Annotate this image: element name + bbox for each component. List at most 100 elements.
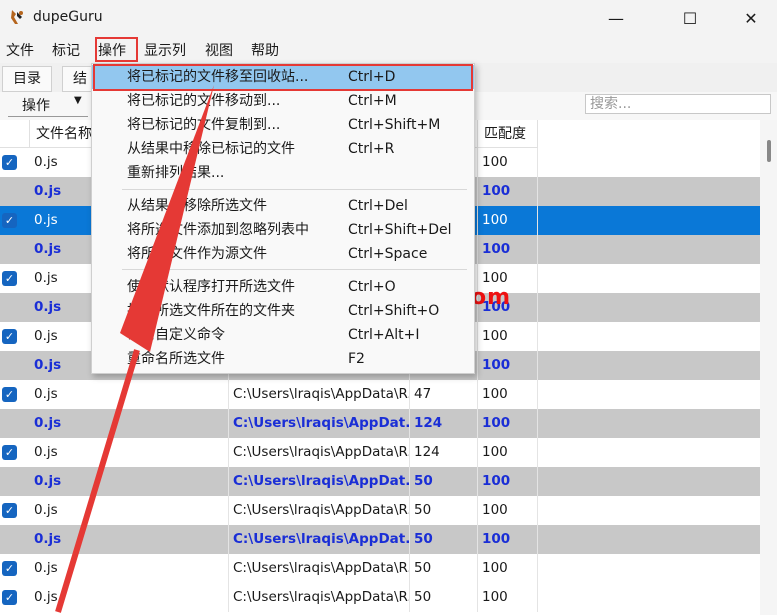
search-input[interactable]: 搜索... bbox=[585, 94, 771, 114]
actions-dropdown-button[interactable]: 操作 ▼ bbox=[8, 94, 88, 117]
menu-mark[interactable]: 标记 bbox=[52, 40, 80, 60]
cell-filename: 0.js bbox=[30, 409, 229, 438]
menu-item[interactable]: 调用自定义命令 Ctrl+Alt+I bbox=[92, 323, 474, 347]
menu-item-label: 打开所选文件所在的文件夹 bbox=[127, 303, 295, 319]
menu-item-label: 将所选文件添加到忽略列表中 bbox=[127, 222, 309, 238]
menu-item[interactable]: 将已标记的文件复制到... Ctrl+Shift+M bbox=[92, 113, 474, 137]
cell-folder: C:\Users\lraqis\AppData\R... bbox=[229, 438, 410, 467]
menu-item-shortcut: Ctrl+Shift+Del bbox=[348, 222, 452, 238]
table-row[interactable]: 0.js C:\Users\lraqis\AppDat... 50 100 bbox=[0, 525, 760, 554]
menu-item[interactable]: 重命名所选文件 F2 bbox=[92, 347, 474, 371]
cell-folder: C:\Users\lraqis\AppData\R... bbox=[229, 554, 410, 583]
close-button[interactable]: ✕ bbox=[728, 0, 774, 36]
menu-item[interactable]: 将已标记的文件移动到... Ctrl+M bbox=[92, 89, 474, 113]
vertical-scrollbar[interactable] bbox=[760, 120, 777, 615]
menu-help[interactable]: 帮助 bbox=[251, 40, 279, 60]
actions-menu: 将已标记的文件移至回收站... Ctrl+D 将已标记的文件移动到... Ctrl+M… bbox=[91, 63, 475, 374]
checkbox-checked-icon[interactable]: ✓ bbox=[2, 387, 17, 402]
table-row[interactable]: ✓ 0.js C:\Users\lraqis\AppData\R... 124 100 bbox=[0, 438, 760, 467]
scrollbar-thumb[interactable] bbox=[767, 140, 771, 162]
table-row[interactable]: ✓ 0.js C:\Users\lraqis\AppData\R... 47 100 bbox=[0, 380, 760, 409]
cell-filename: 0.js bbox=[30, 438, 229, 467]
cell-match: 100 bbox=[478, 206, 538, 235]
tab-directories[interactable]: 目录 bbox=[2, 66, 52, 92]
menu-item[interactable]: 从结果中移除所选文件 Ctrl+Del bbox=[92, 194, 474, 218]
table-row[interactable]: ✓ 0.js C:\Users\lraqis\AppData\R... 50 100 bbox=[0, 583, 760, 612]
menu-item[interactable]: 从结果中移除已标记的文件 Ctrl+R bbox=[92, 137, 474, 161]
checkbox-checked-icon[interactable]: ✓ bbox=[2, 590, 17, 605]
checkbox-checked-icon[interactable]: ✓ bbox=[2, 503, 17, 518]
cell-filename: 0.js bbox=[30, 496, 229, 525]
cell-match: 100 bbox=[478, 380, 538, 409]
cell-filename: 0.js bbox=[30, 380, 229, 409]
menu-separator bbox=[122, 189, 467, 190]
chevron-down-icon: ▼ bbox=[74, 95, 82, 106]
cell-size: 50 bbox=[410, 496, 478, 525]
menu-view[interactable]: 视图 bbox=[205, 40, 233, 60]
actions-dropdown-label: 操作 bbox=[22, 98, 50, 114]
cell-match: 100 bbox=[478, 525, 538, 554]
menu-columns[interactable]: 显示列 bbox=[144, 40, 186, 60]
cell-size: 47 bbox=[410, 380, 478, 409]
column-header-check bbox=[0, 120, 30, 148]
menu-item-label: 将已标记的文件移动到... bbox=[127, 93, 281, 109]
checkbox-checked-icon[interactable]: ✓ bbox=[2, 329, 17, 344]
menu-item-shortcut: F2 bbox=[348, 351, 365, 367]
annotation-box-menu bbox=[95, 37, 138, 62]
menu-item-label: 从结果中移除已标记的文件 bbox=[127, 141, 295, 157]
cell-folder: C:\Users\lraqis\AppData\R... bbox=[229, 583, 410, 612]
menu-item-shortcut: Ctrl+R bbox=[348, 141, 395, 157]
table-row[interactable]: ✓ 0.js C:\Users\lraqis\AppData\R... 50 100 bbox=[0, 554, 760, 583]
menu-item-label: 将已标记的文件复制到... bbox=[127, 117, 281, 133]
table-row[interactable]: 0.js C:\Users\lraqis\AppDat... 50 100 bbox=[0, 467, 760, 496]
cell-size: 124 bbox=[410, 409, 478, 438]
checkbox-checked-icon[interactable]: ✓ bbox=[2, 445, 17, 460]
cell-match: 100 bbox=[478, 148, 538, 177]
checkbox-checked-icon[interactable]: ✓ bbox=[2, 271, 17, 286]
menu-item-shortcut: Ctrl+Shift+M bbox=[348, 117, 441, 133]
annotation-box-item bbox=[93, 64, 473, 91]
menu-item-shortcut: Ctrl+Alt+I bbox=[348, 327, 420, 343]
cell-folder: C:\Users\lraqis\AppDat... bbox=[229, 409, 410, 438]
checkbox-checked-icon[interactable]: ✓ bbox=[2, 213, 17, 228]
checkbox-checked-icon[interactable]: ✓ bbox=[2, 155, 17, 170]
cell-match: 100 bbox=[478, 438, 538, 467]
cell-size: 50 bbox=[410, 554, 478, 583]
cell-size: 124 bbox=[410, 438, 478, 467]
menu-item[interactable]: 打开所选文件所在的文件夹 Ctrl+Shift+O bbox=[92, 299, 474, 323]
cell-folder: C:\Users\lraqis\AppDat... bbox=[229, 525, 410, 554]
menu-item[interactable]: 将所选文件添加到忽略列表中 Ctrl+Shift+Del bbox=[92, 218, 474, 242]
menu-item-label: 从结果中移除所选文件 bbox=[127, 198, 267, 214]
menu-item-shortcut: Ctrl+Space bbox=[348, 246, 428, 262]
cell-match: 100 bbox=[478, 496, 538, 525]
cell-match: 100 bbox=[478, 322, 538, 351]
cell-match: 100 bbox=[478, 467, 538, 496]
menu-item-label: 将所选文件作为源文件 bbox=[127, 246, 267, 262]
cell-match: 100 bbox=[478, 235, 538, 264]
cell-match: 100 bbox=[478, 409, 538, 438]
cell-filename: 0.js bbox=[30, 525, 229, 554]
menu-item-shortcut: Ctrl+M bbox=[348, 93, 397, 109]
menu-item[interactable]: 重新排列结果... bbox=[92, 161, 474, 185]
cell-match: 100 bbox=[478, 583, 538, 612]
table-row[interactable]: ✓ 0.js C:\Users\lraqis\AppData\R... 50 100 bbox=[0, 496, 760, 525]
checkbox-checked-icon[interactable]: ✓ bbox=[2, 561, 17, 576]
menu-item[interactable]: 使用默认程序打开所选文件 Ctrl+O bbox=[92, 275, 474, 299]
cell-filename: 0.js bbox=[30, 583, 229, 612]
cell-folder: C:\Users\lraqis\AppDat... bbox=[229, 467, 410, 496]
cell-folder: C:\Users\lraqis\AppData\R... bbox=[229, 496, 410, 525]
maximize-button[interactable]: ☐ bbox=[667, 0, 713, 36]
cell-match: 100 bbox=[478, 351, 538, 380]
menu-item-shortcut: Ctrl+Shift+O bbox=[348, 303, 440, 319]
menu-item[interactable]: 将所选文件作为源文件 Ctrl+Space bbox=[92, 242, 474, 266]
table-row[interactable]: 0.js C:\Users\lraqis\AppDat... 124 100 bbox=[0, 409, 760, 438]
menu-file[interactable]: 文件 bbox=[6, 40, 34, 60]
cell-match: 100 bbox=[478, 554, 538, 583]
minimize-button[interactable]: — bbox=[593, 0, 639, 36]
menu-item-label: 调用自定义命令 bbox=[127, 327, 225, 343]
menu-item-label: 重新排列结果... bbox=[127, 165, 225, 181]
cell-filename: 0.js bbox=[30, 554, 229, 583]
column-header-match[interactable]: 匹配度 bbox=[478, 120, 538, 148]
app-icon bbox=[11, 10, 23, 24]
cell-size: 50 bbox=[410, 525, 478, 554]
